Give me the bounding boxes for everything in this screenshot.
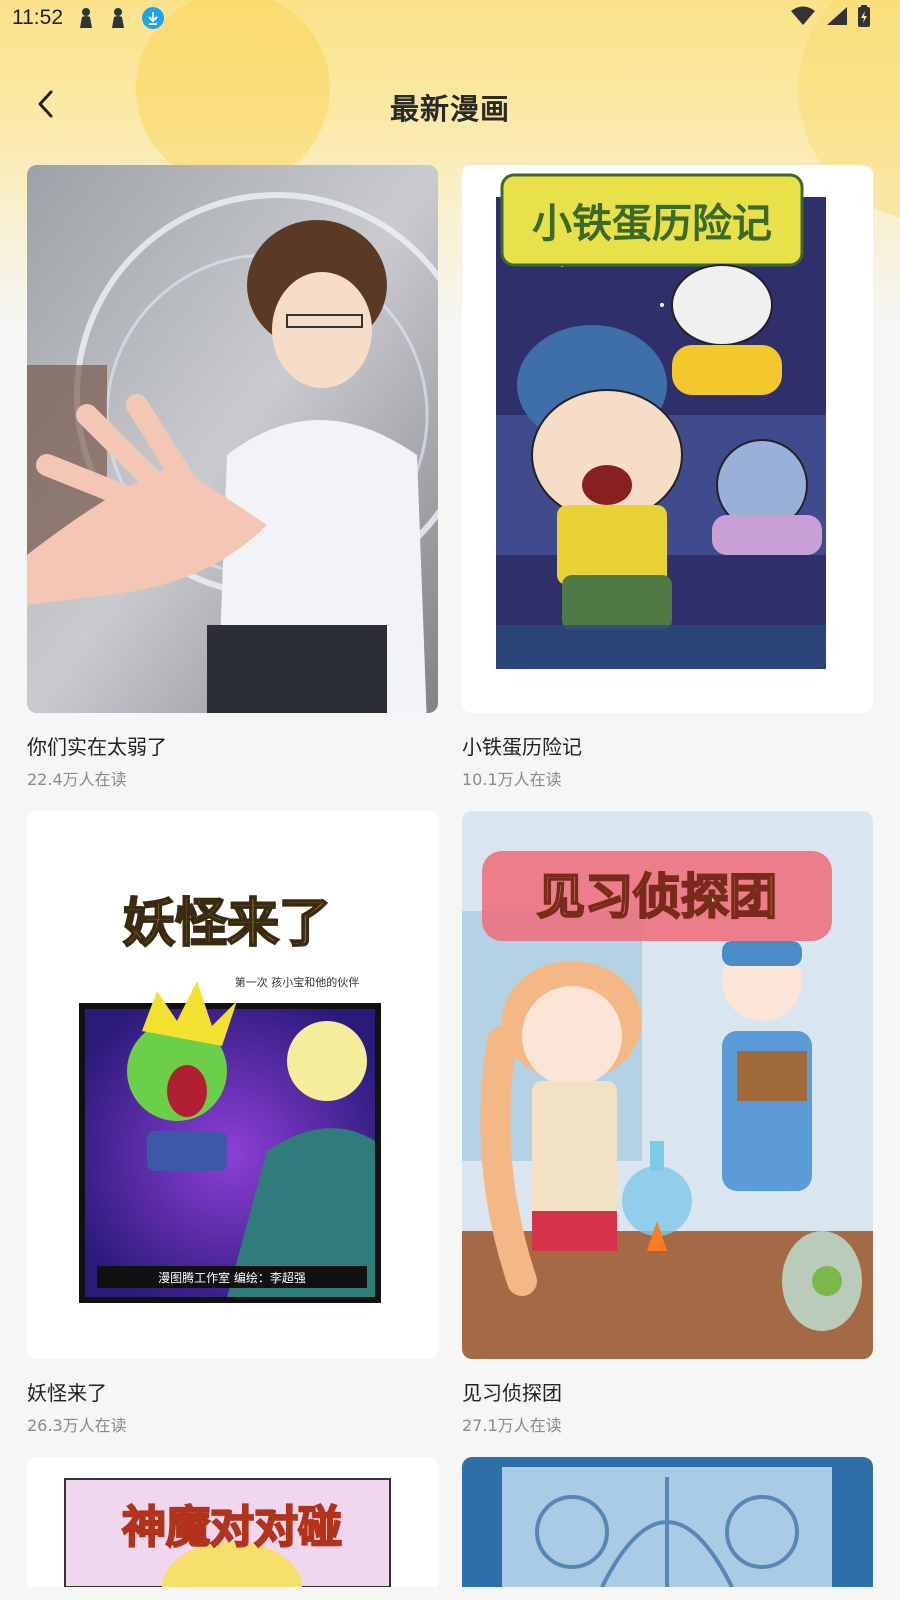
reader-count: 27.1万人在读 (462, 1416, 562, 1435)
comic-cover-image[interactable] (462, 1457, 873, 1587)
comic-cover-image[interactable]: 妖怪来了 第一次 孩小宝和他的伙伴 漫图腾工作室 编绘：李超强 (27, 811, 438, 1359)
comic-card[interactable]: 你们实在太弱了 22.4万人在读 (27, 165, 438, 811)
cover-logo-text: 妖怪来了 (123, 894, 331, 954)
comic-card[interactable]: 小铁蛋历险记 小铁蛋历险记 10.1万人在读 (462, 165, 873, 811)
signal-icon (826, 6, 848, 31)
page-title: 最新漫画 (389, 92, 510, 126)
comic-cover-image[interactable] (27, 165, 438, 713)
download-icon (141, 6, 165, 30)
reader-count: 10.1万人在读 (462, 770, 562, 789)
wifi-icon (790, 6, 816, 31)
comic-cover-image[interactable]: 神魔对对碰 (27, 1457, 438, 1587)
comic-card[interactable]: 见习侦探团 见习侦探团 27.1万人在读 (462, 811, 873, 1457)
comic-card[interactable]: 神魔对对碰 (27, 1457, 438, 1587)
comic-title[interactable]: 妖怪来了 (27, 1377, 438, 1406)
person-icon (109, 7, 127, 29)
comic-cover-image[interactable]: 见习侦探团 (462, 811, 873, 1359)
cover-logo-text: 见习侦探团 (537, 869, 777, 925)
cover-logo-text: 神魔对对碰 (122, 1502, 342, 1553)
cover-subtitle-text: 第一次 孩小宝和他的伙伴 (235, 975, 360, 989)
person-icon (77, 7, 95, 29)
comic-cover-image[interactable]: 小铁蛋历险记 (462, 165, 873, 713)
comic-title[interactable]: 小铁蛋历险记 (462, 731, 873, 760)
comic-title[interactable]: 你们实在太弱了 (27, 731, 438, 760)
comic-title[interactable]: 见习侦探团 (462, 1377, 873, 1406)
comic-grid: 你们实在太弱了 22.4万人在读 小铁蛋历险记 小铁蛋历险记 10.1万人在读 … (27, 165, 873, 1587)
comic-card[interactable]: 妖怪来了 第一次 孩小宝和他的伙伴 漫图腾工作室 编绘：李超强 妖怪来了 26.… (27, 811, 438, 1457)
comic-card[interactable] (462, 1457, 873, 1587)
cover-studio-text: 漫图腾工作室 编绘：李超强 (158, 1270, 306, 1285)
battery-icon (858, 4, 870, 32)
status-bar: 11:52 (0, 0, 900, 36)
reader-count: 26.3万人在读 (27, 1416, 127, 1435)
cover-logo-text: 小铁蛋历险记 (532, 201, 772, 247)
status-time: 11:52 (12, 6, 63, 29)
navigation-bar: 最新漫画 (0, 66, 900, 146)
reader-count: 22.4万人在读 (27, 770, 127, 789)
